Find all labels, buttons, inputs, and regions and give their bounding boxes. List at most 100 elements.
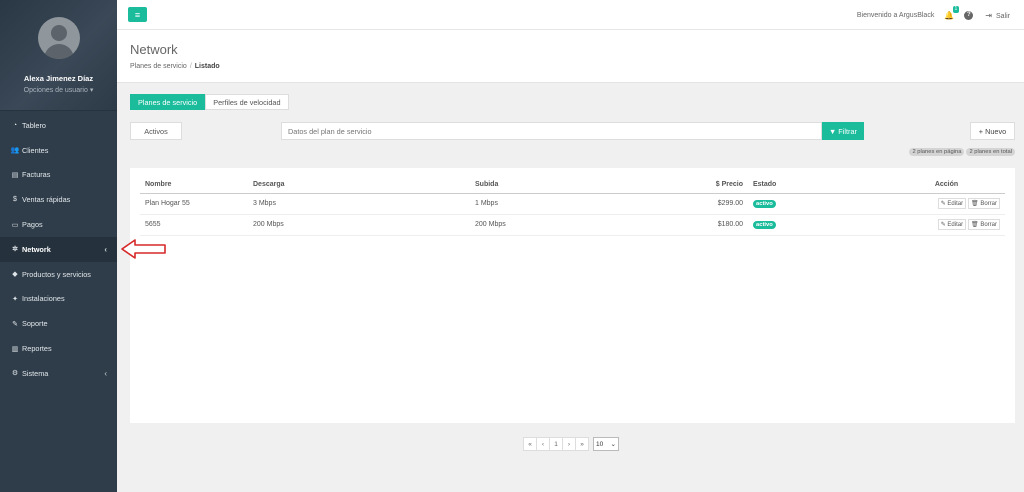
sidebar-item-soporte[interactable]: ✎ Soporte [0,311,117,336]
wrench-icon: ✦ [12,295,18,303]
cell-actions: ✎ Editar 🗑 Borrar [888,214,1005,236]
pagination: « ‹ 1 › » 10 ⌄ [523,437,619,451]
chevron-left-icon: ‹ [104,244,107,254]
sidebar-item-pagos[interactable]: ▭ Pagos [0,212,117,237]
status-filter-button[interactable]: Activos [130,122,182,140]
cell-subida: 1 Mbps [470,193,630,215]
logout-label: Salir [995,12,1010,20]
col-subida: Subida [470,176,630,194]
notification-count-badge: 1 [952,5,960,13]
users-icon: 👥 [10,147,20,155]
cell-subida: 200 Mbps [470,214,630,236]
sidebar-item-instalaciones[interactable]: ✦ Instalaciones [0,287,117,312]
col-nombre: Nombre [140,176,248,194]
filter-button[interactable]: ▼ Filtrar [822,122,864,140]
sidebar-item-label: Sistema [22,368,49,378]
tab-perfiles-de-velocidad[interactable]: Perfiles de velocidad [205,94,289,110]
user-options-dropdown[interactable]: Opciones de usuario ▾ [0,86,117,94]
sidebar-item-label: Productos y servicios [22,269,91,279]
caret-down-icon: ▾ [89,87,94,94]
sitemap-icon: ✲ [12,246,18,254]
sidebar-item-label: Facturas [22,170,51,180]
sidebar-item-ventas-rapidas[interactable]: $ Ventas rápidas [0,187,117,212]
new-button[interactable]: + Nuevo [970,122,1015,140]
edit-button[interactable]: ✎ Editar [937,198,967,209]
avatar[interactable] [37,17,80,59]
cogs-icon: ⚙ [11,370,19,378]
edit-label: Editar [947,201,964,207]
tag-icon: ◆ [12,271,18,279]
tabs: Planes de servicio Perfiles de velocidad [130,94,289,110]
filter-row: Activos ▼ Filtrar + Nuevo [130,122,1015,142]
tool-icon: ✎ [12,320,18,328]
edit-icon: ✎ [940,201,946,207]
topbar-right: Bienvenido a ArgusBlack 🔔 1 ? ⇥ Salir [857,0,1010,30]
page-header: Network Planes de servicio / Listado [117,30,1024,83]
money-icon: ▭ [11,221,19,229]
sidebar-nav: ◔ Tablero 👥 Clientes ▤ Facturas $ Ventas ráp… [0,113,117,386]
sidebar: Alexa Jimenez Díaz Opciones de usuario ▾… [0,0,117,492]
sidebar-item-label: Reportes [22,344,52,354]
delete-button[interactable]: 🗑 Borrar [968,198,1000,209]
col-estado: Estado [748,176,888,194]
breadcrumb: Planes de servicio / Listado [130,63,220,70]
delete-button[interactable]: 🗑 Borrar [968,219,1000,230]
cell-descarga: 200 Mbps [248,214,470,236]
per-page-value: 10 [596,440,604,448]
breadcrumb-separator: / [189,63,192,70]
cell-precio: $180.00 [630,214,748,236]
counts: 2 planes en página 2 planes en total [909,148,1015,156]
sidebar-item-label: Tablero [22,120,46,130]
user-profile: Alexa Jimenez Díaz Opciones de usuario ▾ [0,0,117,111]
col-precio: $ Precio [630,176,748,194]
table-row: 5655 200 Mbps 200 Mbps $180.00 activo ✎ … [140,214,1005,236]
sidebar-item-label: Instalaciones [22,294,65,304]
edit-button[interactable]: ✎ Editar [937,219,967,230]
first-page-button[interactable]: « [523,437,537,451]
plans-card: Nombre Descarga Subida $ Precio Estado A… [130,168,1015,423]
sidebar-item-clientes[interactable]: 👥 Clientes [0,138,117,163]
total-count-badge: 2 planes en total [966,148,1015,156]
chevron-left-icon: ‹ [104,368,107,378]
user-options-label: Opciones de usuario [23,87,88,94]
new-button-label: Nuevo [985,126,1007,136]
sidebar-item-tablero[interactable]: ◔ Tablero [0,113,117,138]
next-page-button[interactable]: › [562,437,576,451]
plans-table: Nombre Descarga Subida $ Precio Estado A… [140,176,1005,236]
help-icon[interactable]: ? [964,10,974,20]
sidebar-item-label: Soporte [22,319,48,329]
logout-button[interactable]: ⇥ Salir [985,11,1010,20]
sidebar-item-label: Network [22,244,51,254]
page-count-badge: 2 planes en página [909,148,965,156]
search-input[interactable] [281,122,822,140]
sidebar-item-network[interactable]: ✲ Network ‹ [0,236,117,262]
sidebar-item-productos[interactable]: ◆ Productos y servicios [0,262,117,287]
chevron-down-icon: ⌄ [610,441,616,448]
topbar: ≡ Bienvenido a ArgusBlack 🔔 1 ? ⇥ Salir [117,0,1024,30]
menu-toggle-button[interactable]: ≡ [128,7,147,22]
status-badge: activo [753,200,776,208]
delete-label: Borrar [980,201,997,207]
cell-nombre: 5655 [140,214,248,236]
sidebar-item-facturas[interactable]: ▤ Facturas [0,163,117,188]
last-page-button[interactable]: » [575,437,589,451]
breadcrumb-link-planes[interactable]: Planes de servicio [130,63,187,70]
dashboard-icon: ◔ [12,121,18,129]
trash-icon: 🗑 [971,222,979,228]
page-title: Network [130,42,178,57]
sidebar-item-sistema[interactable]: ⚙ Sistema ‹ [0,361,117,386]
trash-icon: 🗑 [971,201,979,207]
status-badge: activo [753,221,776,229]
table-row: Plan Hogar 55 3 Mbps 1 Mbps $299.00 acti… [140,193,1005,215]
avatar-body [43,44,74,59]
tab-planes-de-servicio[interactable]: Planes de servicio [130,94,206,110]
prev-page-button[interactable]: ‹ [536,437,550,451]
cell-estado: activo [748,214,888,236]
notifications-button[interactable]: 🔔 1 [944,5,960,20]
cell-precio: $299.00 [630,193,748,215]
per-page-select[interactable]: 10 ⌄ [593,437,619,451]
sidebar-item-reportes[interactable]: ▥ Reportes [0,336,117,361]
cell-descarga: 3 Mbps [248,193,470,215]
page-1-button[interactable]: 1 [549,437,563,451]
table-header-row: Nombre Descarga Subida $ Precio Estado A… [140,176,1005,194]
